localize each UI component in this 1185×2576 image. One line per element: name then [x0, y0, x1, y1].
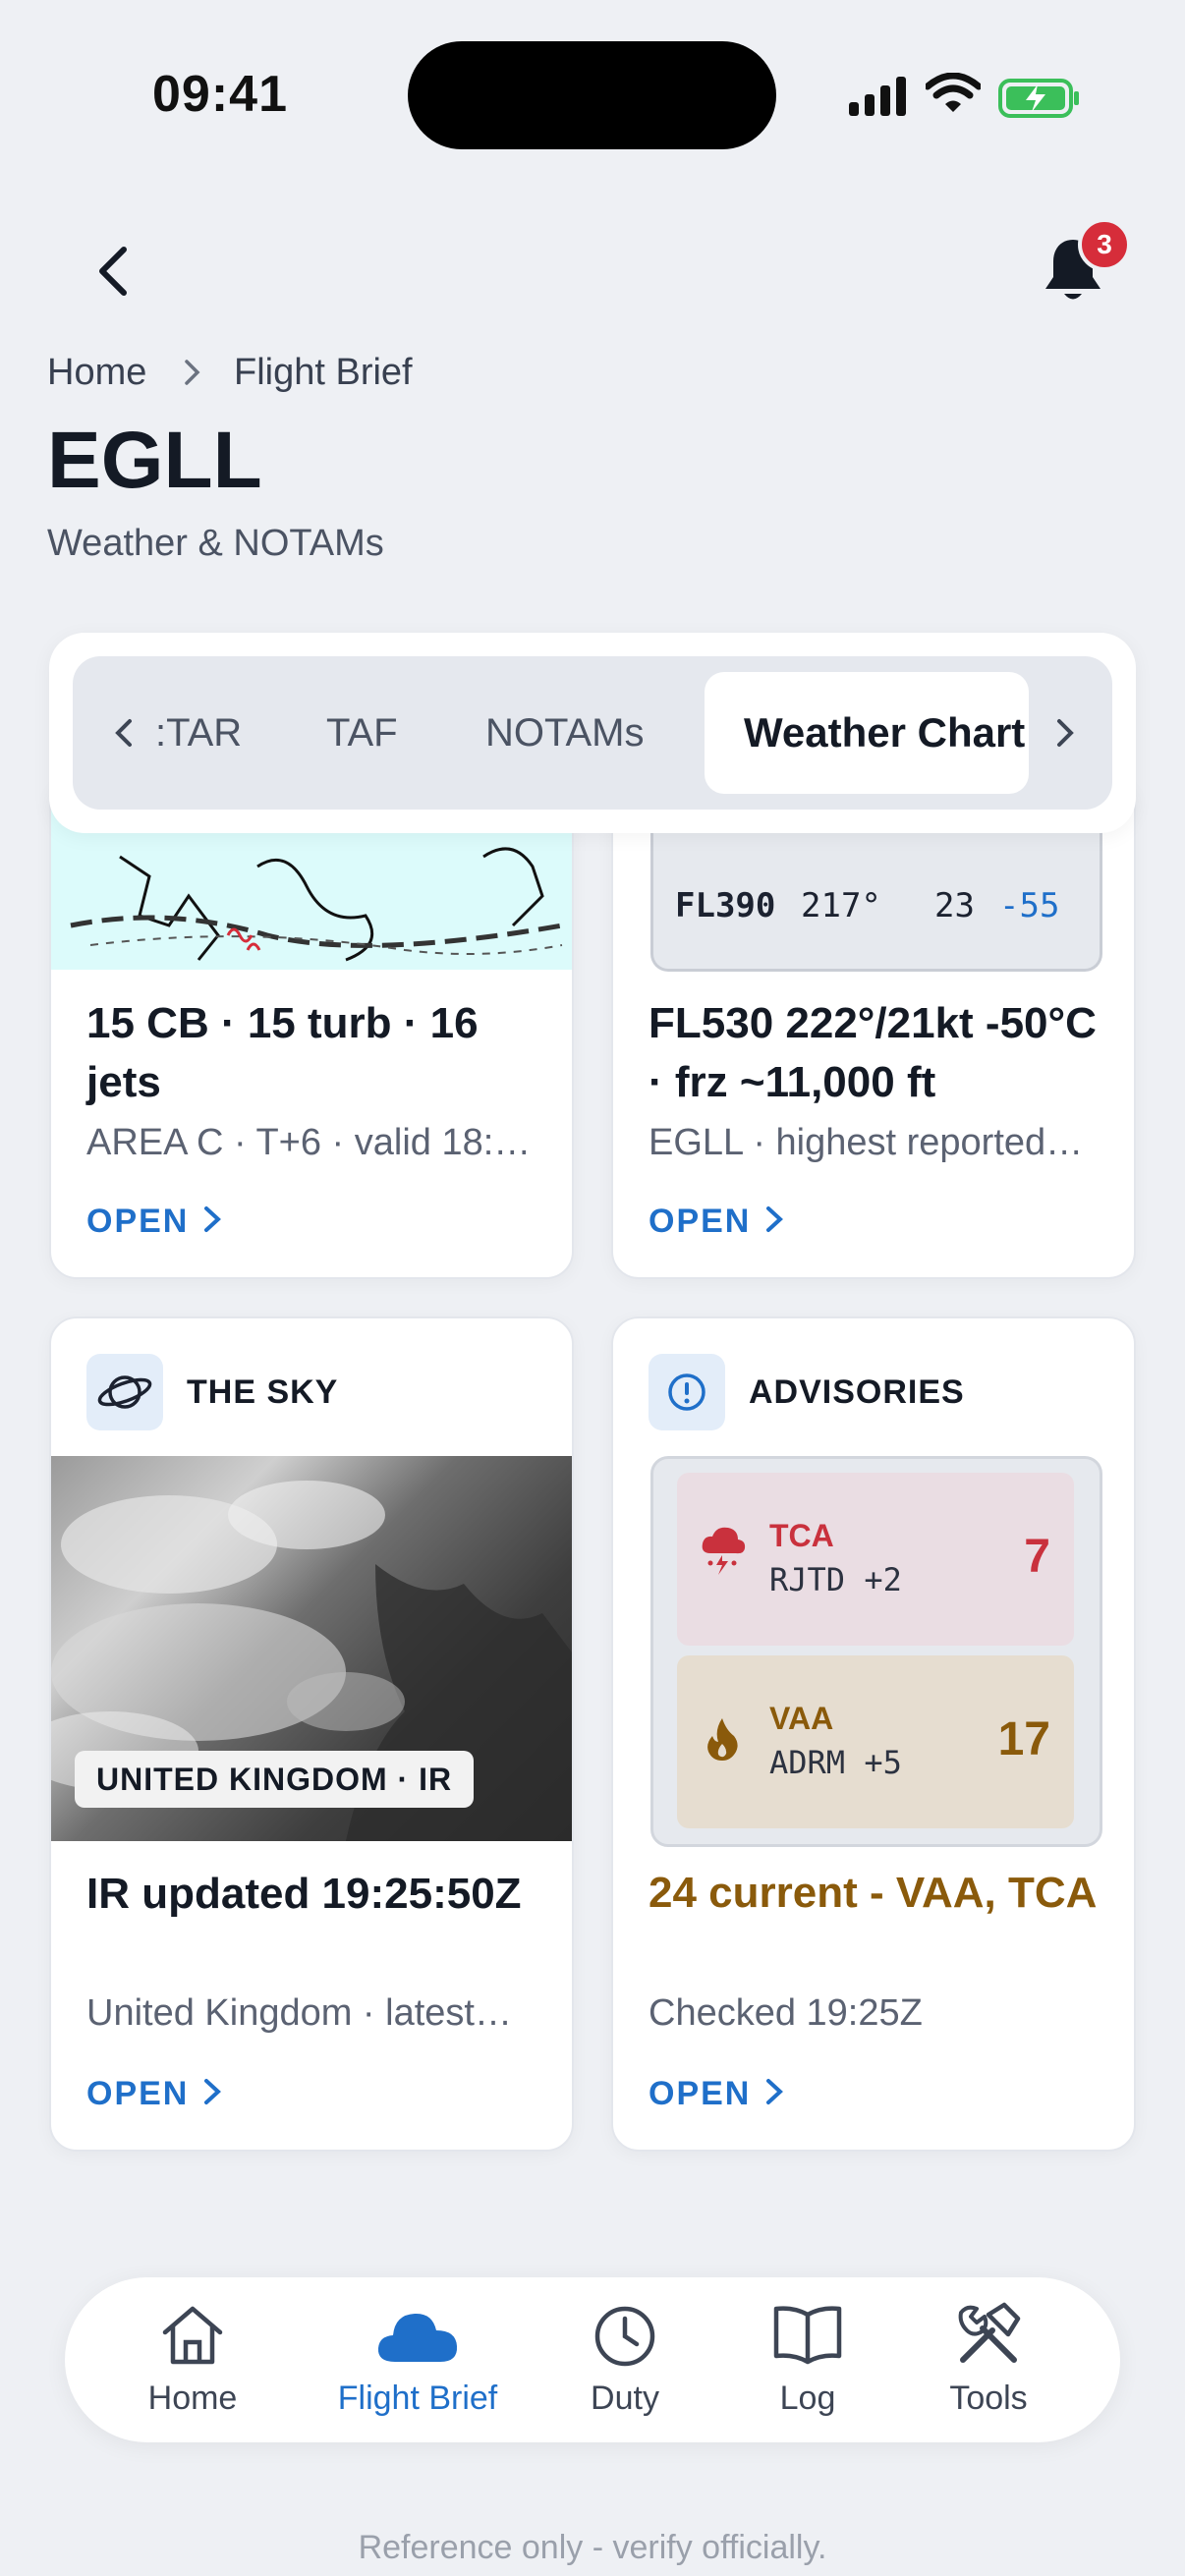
winds-row-temp: -55 [999, 886, 1060, 925]
advisory-tca-type: TCA [769, 1518, 834, 1553]
winds-open-chevron-icon [766, 1206, 783, 1232]
the-sky-card-subtitle: United Kingdom · latest… [86, 1992, 512, 2034]
advisory-tca-count: 7 [1024, 1531, 1050, 1583]
winds-row-level: FL390 [675, 886, 776, 925]
battery-charging-icon [998, 79, 1079, 118]
tab-bar: :TAR TAF NOTAMs Weather Chart [73, 656, 1112, 810]
the-sky-header: THE SKY [187, 1373, 339, 1411]
advisories-open-link[interactable]: OPEN [649, 2075, 751, 2113]
sigwx-card-title: 15 CB · 15 turb · 16 jets [86, 999, 479, 1106]
advisory-item-vaa[interactable]: VAA ADRM +5 17 [677, 1655, 1074, 1828]
clock-icon [594, 2306, 655, 2367]
winds-card-subtitle: EGLL · highest reported… [649, 1122, 1084, 1163]
breadcrumb-current: Flight Brief [234, 352, 413, 393]
tab-weather-charts[interactable]: Weather Chart [705, 672, 1029, 794]
page-title: EGLL [47, 416, 262, 505]
advisory-vaa-station: ADRM +5 [769, 1744, 902, 1781]
satellite-image-label: UNITED KINGDOM · IR [75, 1751, 475, 1808]
nav-duty[interactable]: Duty [556, 2277, 694, 2442]
sigwx-card-subtitle: AREA C · T+6 · valid 18:… [86, 1122, 532, 1163]
advisories-summary: 24 current - VAA, TCA [649, 1869, 1098, 1917]
sigwx-open-chevron-icon [204, 1206, 221, 1232]
tab-taf[interactable]: TAF [326, 656, 398, 810]
page-subtitle: Weather & NOTAMs [47, 523, 384, 564]
nav-log[interactable]: Log [739, 2277, 876, 2442]
sigwx-chart-card[interactable]: 15 CB · 15 turb · 16 jets AREA C · T+6 ·… [49, 776, 574, 1279]
nav-tools[interactable]: Tools [920, 2277, 1057, 2442]
status-time: 09:41 [152, 66, 288, 123]
back-chevron-icon[interactable] [90, 242, 136, 301]
winds-open-link[interactable]: OPEN [649, 1203, 751, 1241]
breadcrumb-home[interactable]: Home [47, 352, 146, 394]
book-icon [773, 2306, 842, 2365]
bottom-tab-bar: Home Flight Brief Duty Log Tools [65, 2277, 1120, 2442]
winds-card-title: FL530 222°/21kt -50°C · frz ~11,000 ft [649, 999, 1097, 1106]
home-icon [162, 2306, 223, 2365]
advisories-checked-time: Checked 19:25Z [649, 1992, 923, 2034]
nav-flight-brief[interactable]: Flight Brief [314, 2277, 521, 2442]
satellite-ir-image[interactable]: UNITED KINGDOM · IR [51, 1456, 572, 1841]
wifi-icon [926, 73, 981, 112]
advisory-item-tca[interactable]: TCA RJTD +2 7 [677, 1473, 1074, 1646]
sigwx-open-link[interactable]: OPEN [86, 1203, 189, 1241]
dynamic-island [408, 41, 776, 149]
tab-metar[interactable]: :TAR [155, 656, 242, 810]
nav-log-label: Log [779, 2380, 836, 2417]
the-sky-open-chevron-icon [204, 2079, 221, 2104]
tab-scroll-right-icon[interactable] [1051, 715, 1079, 751]
the-sky-open-link[interactable]: OPEN [86, 2075, 189, 2113]
advisory-vaa-type: VAA [769, 1701, 834, 1736]
winds-row-speed: 23 [934, 886, 975, 925]
nav-home-label: Home [147, 2380, 238, 2417]
nav-home[interactable]: Home [124, 2277, 261, 2442]
cloud-icon [377, 2313, 458, 2362]
tab-notams[interactable]: NOTAMs [485, 656, 644, 810]
notification-badge: 3 [1078, 218, 1131, 271]
tools-icon [958, 2302, 1021, 2363]
breadcrumb-chevron-icon [185, 360, 200, 385]
the-sky-card[interactable]: THE SKY UNITED KINGDOM · IR IR updated 1… [49, 1316, 574, 2152]
flame-icon [707, 1718, 738, 1761]
advisories-list: TCA RJTD +2 7 VAA ADRM +5 17 [650, 1456, 1102, 1847]
advisory-tca-station: RJTD +2 [769, 1561, 902, 1598]
nav-flight-brief-label: Flight Brief [337, 2380, 498, 2417]
advisories-header: ADVISORIES [749, 1373, 965, 1411]
disclaimer-footer: Reference only - verify officially. [358, 2529, 827, 2566]
winds-row-direction: 217° [801, 886, 881, 925]
advisories-open-chevron-icon [766, 2079, 783, 2104]
winds-aloft-card[interactable]: FL390 217° 23 -55 FL530 222°/21kt -50°C … [611, 776, 1136, 1279]
tab-weather-charts-label: Weather Chart [744, 709, 1026, 756]
alert-circle-icon [649, 1354, 725, 1430]
thunderstorm-cloud-icon [702, 1527, 746, 1575]
tab-scroll-left-icon[interactable] [110, 715, 138, 751]
advisory-vaa-count: 17 [997, 1713, 1050, 1765]
the-sky-card-title: IR updated 19:25:50Z [86, 1870, 522, 1918]
nav-tools-label: Tools [949, 2380, 1028, 2417]
advisories-card[interactable]: ADVISORIES TCA RJTD +2 7 VAA ADRM +5 17 … [611, 1316, 1136, 2152]
planet-icon [86, 1354, 163, 1430]
cellular-signal-icon [849, 77, 906, 116]
nav-duty-label: Duty [591, 2380, 659, 2417]
